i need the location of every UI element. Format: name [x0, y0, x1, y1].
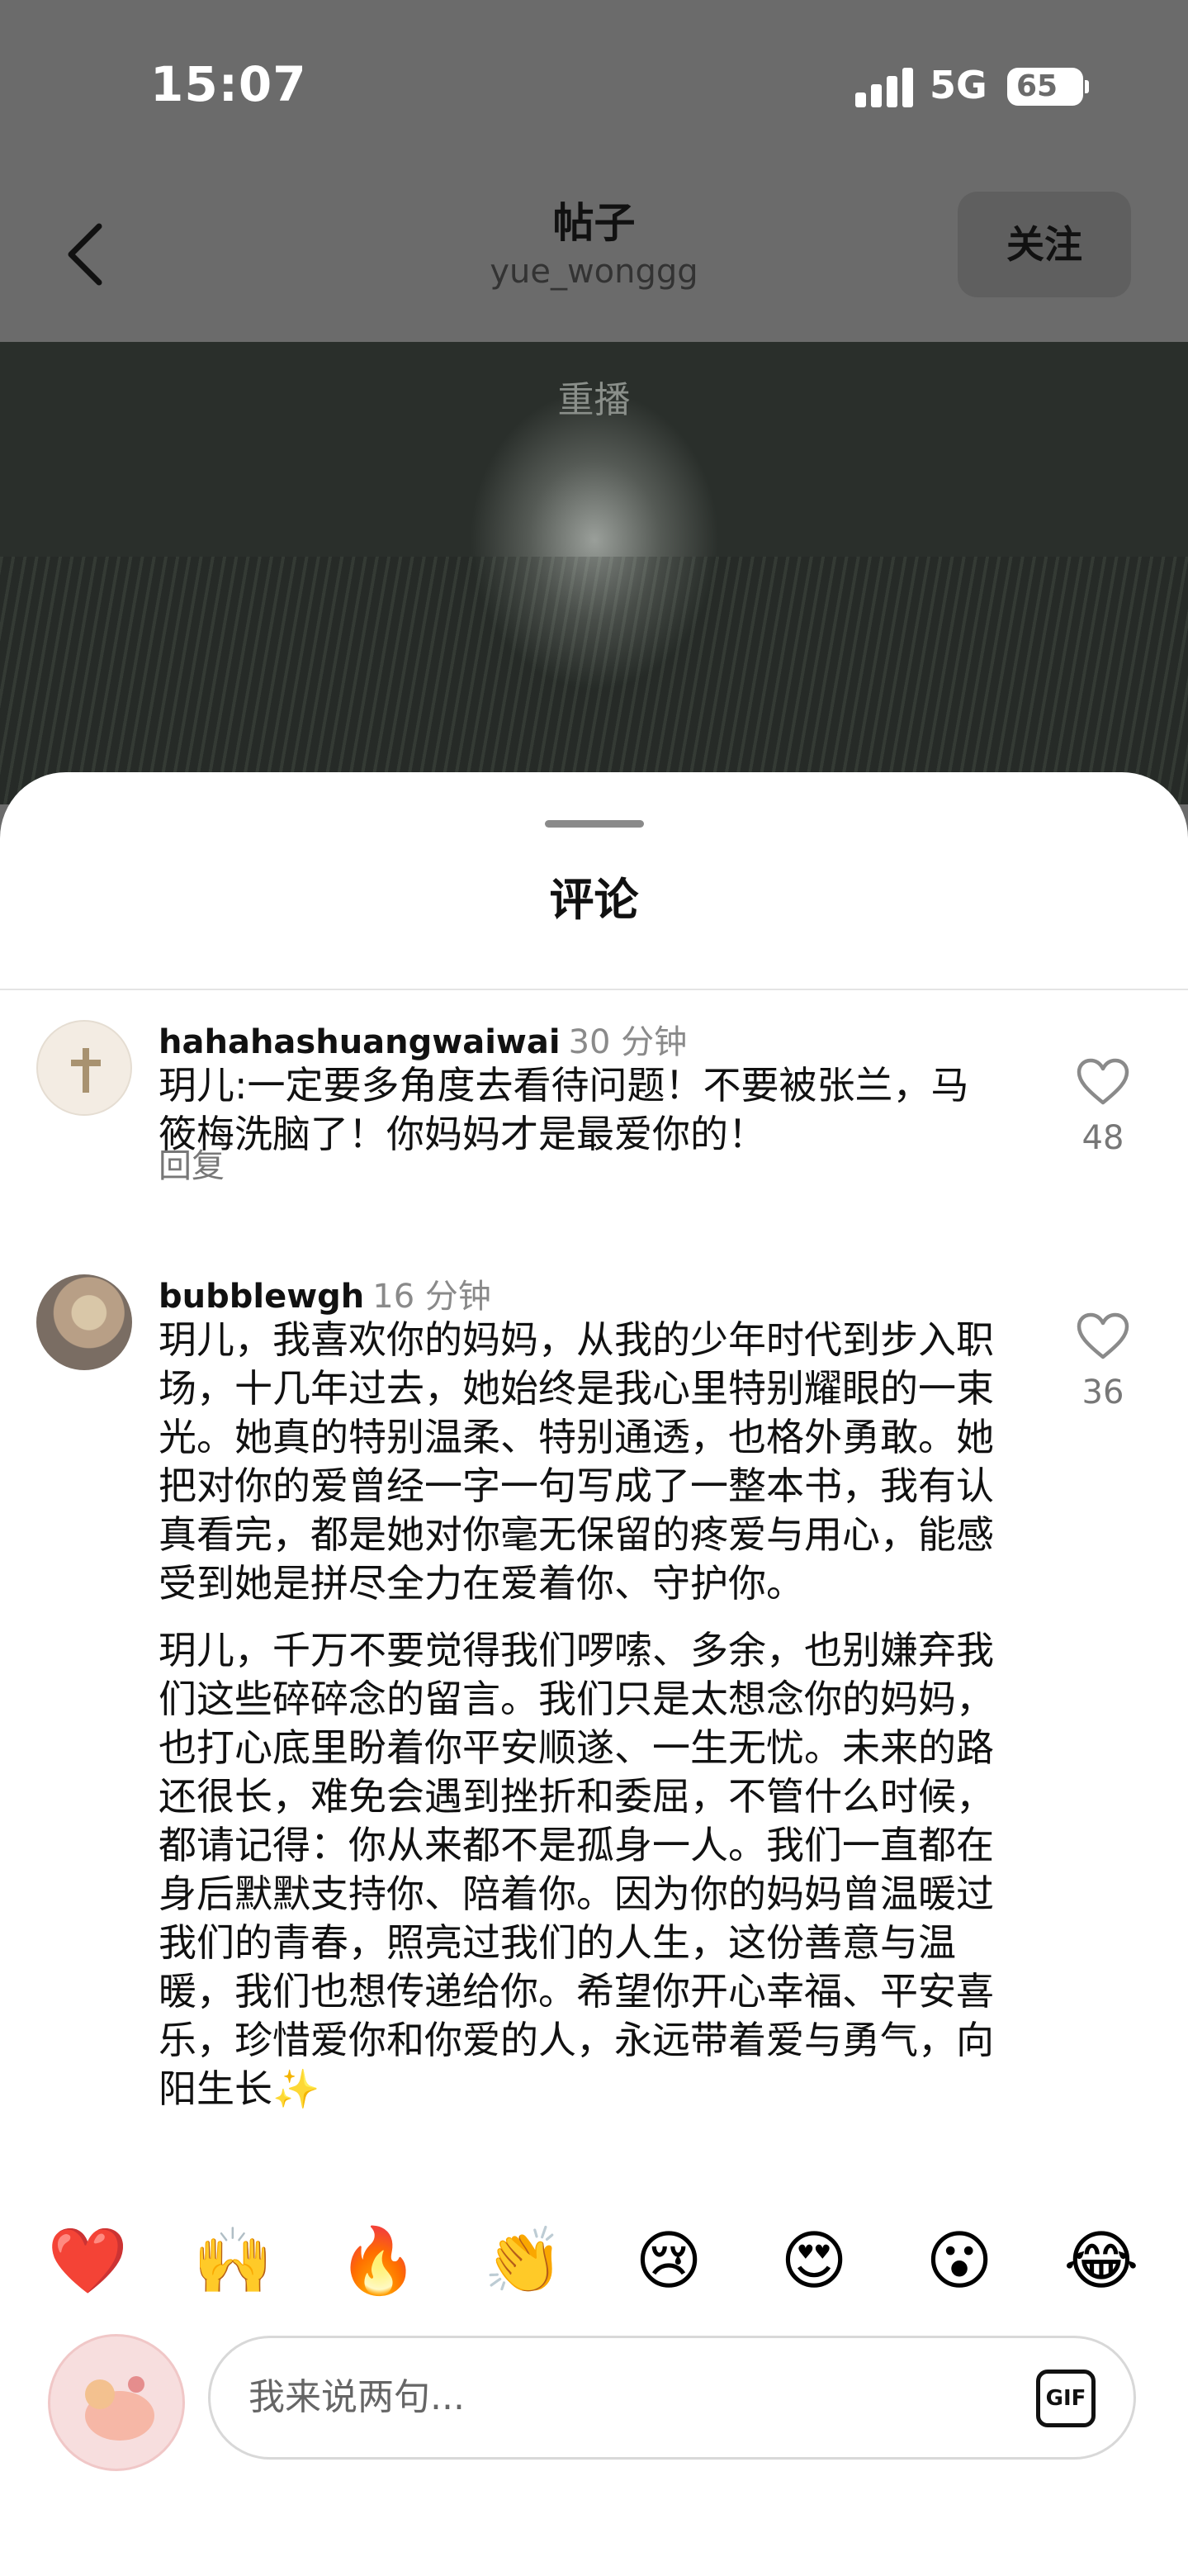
comment-input[interactable]: 我来说两句... GIF — [208, 2336, 1136, 2460]
clapping-hands-emoji[interactable]: 👏 — [482, 2220, 565, 2303]
avatar[interactable] — [36, 1020, 132, 1116]
like-count: 36 — [1082, 1373, 1124, 1411]
battery-level: 65 — [1015, 69, 1058, 103]
surprised-face-emoji[interactable]: 😮 — [918, 2220, 1001, 2303]
battery-icon: 65 — [1007, 68, 1089, 106]
sheet-grabber[interactable] — [545, 820, 644, 828]
status-bar: 15:07 5G 65 — [0, 0, 1188, 165]
divider — [0, 989, 1188, 990]
red-heart-emoji[interactable]: ❤️ — [46, 2220, 129, 2303]
raising-hands-emoji[interactable]: 🙌 — [192, 2220, 274, 2303]
avatar[interactable] — [36, 1274, 132, 1370]
comment-text-paragraph: 玥儿，我喜欢你的妈妈，从我的少年时代到步入职场，十几年过去，她始终是我心里特别耀… — [159, 1317, 994, 1606]
reply-button[interactable]: 回复 — [159, 1139, 225, 1187]
gif-button[interactable]: GIF — [1036, 2370, 1096, 2427]
laughing-tears-emoji[interactable]: 😂 — [1060, 2220, 1143, 2303]
clock: 15:07 — [150, 56, 307, 112]
network-type: 5G — [930, 63, 987, 107]
comment-text-paragraph: 玥儿，千万不要觉得我们啰嗦、多余，也别嫌弃我们这些碎碎念的留言。我们只是太想念你… — [159, 1628, 994, 2111]
video-player[interactable]: 重播 — [0, 342, 1188, 804]
comment-text: 玥儿:一定要多角度去看待问题！不要被张兰，马筱梅洗脑了！你妈妈才是最爱你的！ — [159, 1063, 969, 1156]
heart-eyes-emoji[interactable]: 😍 — [773, 2220, 855, 2303]
emoji-quick-bar: ❤️ 🙌 🔥 👏 😢 😍 😮 😂 — [0, 2187, 1188, 2319]
follow-button[interactable]: 关注 — [958, 192, 1131, 297]
like-button[interactable]: 36 — [1070, 1312, 1136, 1411]
sheet-title: 评论 — [549, 874, 639, 926]
comment-username[interactable]: hahahashuangwaiwai — [159, 1023, 561, 1061]
like-button[interactable]: 48 — [1070, 1058, 1136, 1157]
cellular-signal-icon — [855, 66, 915, 107]
video-frame — [0, 557, 1188, 804]
my-avatar[interactable] — [48, 2334, 185, 2471]
comment-username[interactable]: bubblewgh — [159, 1278, 364, 1316]
comment-time: 30 分钟 — [568, 1023, 688, 1061]
like-count: 48 — [1082, 1119, 1124, 1157]
comment-input-placeholder: 我来说两句... — [248, 2376, 465, 2418]
comment-compose-bar: 我来说两句... GIF — [0, 2319, 1188, 2576]
comment-time: 16 分钟 — [372, 1278, 491, 1316]
heart-icon — [1077, 1312, 1129, 1359]
cross-avatar-icon — [71, 1048, 101, 1093]
heart-icon — [1077, 1058, 1129, 1105]
replay-button[interactable]: 重播 — [0, 370, 1188, 423]
avatar-illustration-icon — [85, 2376, 154, 2441]
crying-face-emoji[interactable]: 😢 — [627, 2220, 710, 2303]
post-header: 帖子 yue_wonggg 关注 — [0, 173, 1188, 339]
fire-emoji[interactable]: 🔥 — [337, 2220, 419, 2303]
